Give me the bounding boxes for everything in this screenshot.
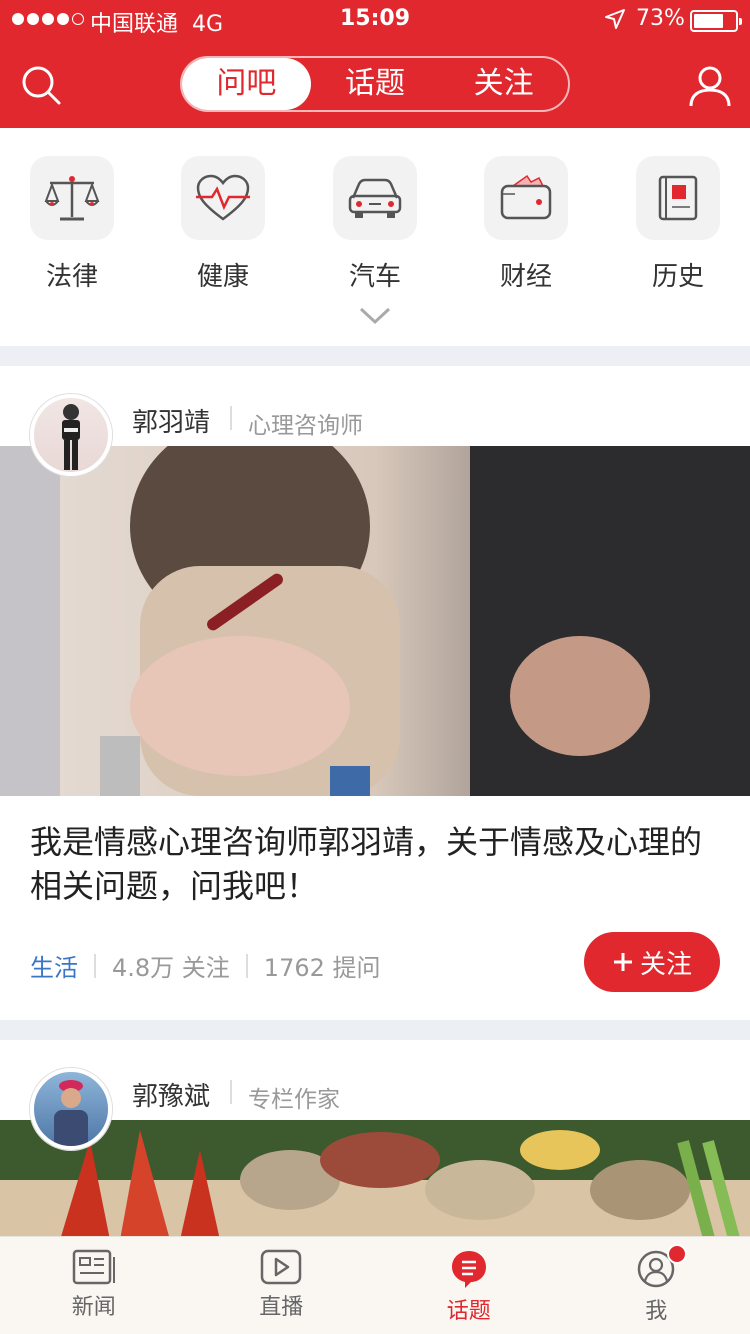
wallet-icon (484, 156, 568, 240)
author-name[interactable]: 郭羽靖 (132, 402, 210, 439)
category-finance[interactable]: 财经 (484, 156, 568, 293)
book-icon (636, 156, 720, 240)
cover-photo[interactable] (0, 1120, 750, 1236)
category-health[interactable]: 健康 (181, 156, 265, 293)
author-name[interactable]: 郭豫斌 (132, 1076, 210, 1113)
topic-card[interactable]: 郭豫斌 专栏作家 (0, 1040, 750, 1236)
divider (230, 406, 232, 430)
tab-label: 我 (645, 1299, 668, 1324)
tab-live[interactable]: 直播 (188, 1237, 376, 1334)
tab-huati[interactable]: 话题 (311, 58, 440, 110)
car-icon (333, 156, 417, 240)
play-icon (261, 1249, 302, 1285)
scales-icon (30, 156, 114, 240)
question-count: 1762 提问 (263, 954, 381, 982)
follow-button[interactable]: 关注 (584, 932, 720, 992)
tab-label: 新闻 (71, 1295, 116, 1320)
topic-tag[interactable]: 生活 (30, 948, 78, 983)
user-icon[interactable] (688, 64, 732, 108)
category-label: 法律 (45, 262, 98, 292)
section-divider (0, 1020, 750, 1040)
tab-label: 直播 (259, 1295, 304, 1320)
tab-label: 话题 (446, 1299, 491, 1324)
tab-topics[interactable]: 话题 (375, 1237, 563, 1334)
category-car[interactable]: 汽车 (333, 156, 417, 293)
divider (94, 953, 96, 978)
notification-badge (667, 1244, 687, 1264)
top-segmented-tabs: 问吧 话题 关注 (180, 56, 570, 112)
category-history[interactable]: 历史 (636, 156, 720, 293)
chat-icon (451, 1251, 486, 1288)
topic-meta: 生活 4.8万 关注 1762 提问 (30, 948, 381, 983)
bottom-tab-bar: 新闻 直播 话题 我 (0, 1236, 750, 1334)
battery-icon (690, 10, 742, 32)
category-label: 财经 (499, 262, 552, 292)
section-divider (0, 346, 750, 366)
divider (245, 953, 248, 978)
divider (230, 1080, 232, 1104)
plus-icon (613, 953, 632, 971)
status-bar: 中国联通 4G 15:09 73% (0, 0, 750, 40)
tab-guanzhu[interactable]: 关注 (439, 58, 568, 110)
topic-title[interactable]: 我是情感心理咨询师郭羽靖，关于情感及心理的相关问题，问我吧！ (30, 820, 720, 908)
tab-news[interactable]: 新闻 (0, 1237, 188, 1334)
avatar[interactable] (30, 394, 112, 476)
cover-photo[interactable] (0, 446, 750, 796)
tab-wenba[interactable]: 问吧 (182, 58, 311, 110)
location-arrow-icon (605, 9, 625, 29)
author-role: 心理咨询师 (248, 413, 363, 439)
category-law[interactable]: 法律 (30, 156, 114, 293)
author-role: 专栏作家 (248, 1087, 340, 1113)
category-grid: 法律 健康 汽车 财经 历史 (0, 128, 750, 346)
topic-card[interactable]: 郭羽靖 心理咨询师 我是情感心理咨询师郭羽靖，关于情感及心理的相关问题，问我吧！… (0, 366, 750, 1020)
follow-label: 关注 (639, 949, 692, 980)
chevron-down-icon[interactable] (358, 306, 392, 326)
newspaper-icon (72, 1249, 115, 1285)
battery-percent: 73% (636, 6, 685, 31)
category-label: 健康 (196, 262, 249, 292)
search-icon[interactable] (20, 64, 62, 106)
category-label: 历史 (651, 262, 704, 292)
follower-count: 4.8万 关注 (112, 954, 230, 982)
top-header: 中国联通 4G 15:09 73% 问吧 话题 关注 (0, 0, 750, 128)
category-label: 汽车 (348, 262, 401, 292)
avatar[interactable] (30, 1068, 112, 1150)
heart-pulse-icon (181, 156, 265, 240)
tab-me[interactable]: 我 (563, 1237, 750, 1334)
